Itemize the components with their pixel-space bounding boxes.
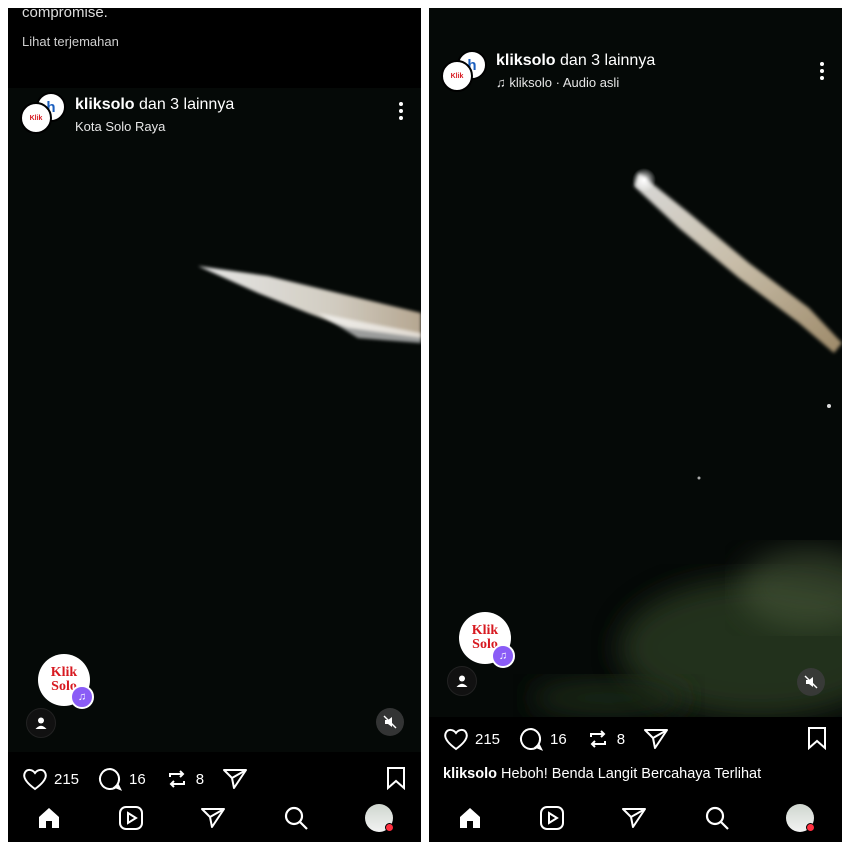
action-bar: 215 16 8 [443, 724, 828, 754]
tagged-people-icon[interactable] [447, 666, 477, 696]
repost-count: 8 [195, 770, 205, 788]
collab-avatars[interactable]: h Klik [20, 92, 66, 138]
bookmark-icon [808, 727, 826, 751]
author-username[interactable]: kliksolo [75, 96, 135, 113]
send-icon [644, 729, 669, 749]
video-player[interactable] [8, 88, 421, 752]
repost-button[interactable]: 8 [585, 727, 625, 751]
send-icon[interactable] [200, 805, 226, 831]
meteor-video-frame [8, 88, 421, 752]
like-button[interactable]: 215 [22, 767, 79, 791]
home-icon[interactable] [36, 805, 62, 831]
save-button[interactable] [385, 766, 407, 795]
send-icon [223, 769, 248, 789]
like-button[interactable]: 215 [443, 727, 500, 751]
bottom-nav [429, 794, 842, 842]
comment-button[interactable]: 16 [97, 767, 146, 791]
meteor-video-frame [429, 8, 842, 717]
repost-count: 8 [616, 730, 626, 748]
mute-icon[interactable] [797, 668, 825, 696]
more-options-icon[interactable] [399, 102, 403, 123]
comment-count: 16 [129, 770, 146, 788]
tagged-people-icon[interactable] [26, 708, 56, 738]
heart-icon [444, 728, 468, 751]
repost-icon [168, 770, 185, 788]
caption-text: Heboh! Benda Langit Bercahaya Terlihat [501, 766, 762, 782]
audio-badge-icon: ♫ [70, 685, 94, 709]
like-count: 215 [54, 770, 80, 788]
more-options-icon[interactable] [820, 62, 824, 83]
share-button[interactable] [222, 767, 254, 791]
kliksolo-avatar[interactable]: Klik [441, 60, 473, 92]
caption-username[interactable]: kliksolo [443, 766, 497, 782]
post-caption-end: compromise. [22, 8, 108, 21]
profile-avatar[interactable] [785, 804, 815, 832]
repost-button[interactable]: 8 [164, 767, 204, 791]
mute-icon[interactable] [376, 708, 404, 736]
comment-count: 16 [550, 730, 567, 748]
like-count: 215 [475, 730, 501, 748]
action-bar: 215 16 8 [22, 764, 407, 794]
right-post-panel: h Klik kliksolo dan 3 lainnya ♫ kliksolo… [429, 8, 842, 842]
collab-avatars[interactable]: h Klik [441, 50, 487, 96]
comment-button[interactable]: 16 [518, 727, 567, 751]
heart-icon [23, 768, 47, 791]
post-author[interactable]: kliksolo dan 3 lainnya [75, 96, 234, 114]
video-player[interactable] [429, 8, 842, 717]
share-button[interactable] [643, 727, 675, 751]
post-location[interactable]: Kota Solo Raya [75, 119, 165, 134]
reels-icon[interactable] [539, 805, 565, 831]
collaborators-text[interactable]: dan 3 lainnya [560, 52, 655, 69]
save-button[interactable] [806, 726, 828, 755]
collaborators-text[interactable]: dan 3 lainnya [139, 96, 234, 113]
profile-avatar[interactable] [364, 804, 394, 832]
kliksolo-avatar[interactable]: Klik [20, 102, 52, 134]
post-header: h Klik kliksolo dan 3 lainnya ♫ kliksolo… [429, 50, 842, 110]
post-author[interactable]: kliksolo dan 3 lainnya [496, 52, 655, 70]
translate-link[interactable]: Lihat terjemahan [22, 34, 119, 49]
author-username[interactable]: kliksolo [496, 52, 556, 69]
search-icon[interactable] [704, 805, 730, 831]
repost-icon [589, 730, 606, 748]
left-post-panel: compromise. Lihat terjemahan h Klik klik… [8, 8, 421, 842]
comment-bubble-icon [520, 727, 544, 751]
send-icon[interactable] [621, 805, 647, 831]
music-note-icon: ♫ [496, 75, 510, 90]
audio-source[interactable]: ♫ kliksolo · Audio asli [496, 75, 619, 90]
post-header: h Klik kliksolo dan 3 lainnya Kota Solo … [8, 92, 421, 152]
reels-icon[interactable] [118, 805, 144, 831]
bottom-nav [8, 794, 421, 842]
home-icon[interactable] [457, 805, 483, 831]
audio-badge-icon: ♫ [491, 644, 515, 668]
bookmark-icon [387, 767, 405, 791]
comment-bubble-icon [99, 767, 123, 791]
post-caption[interactable]: kliksolo Heboh! Benda Langit Bercahaya Te… [443, 766, 761, 782]
search-icon[interactable] [283, 805, 309, 831]
